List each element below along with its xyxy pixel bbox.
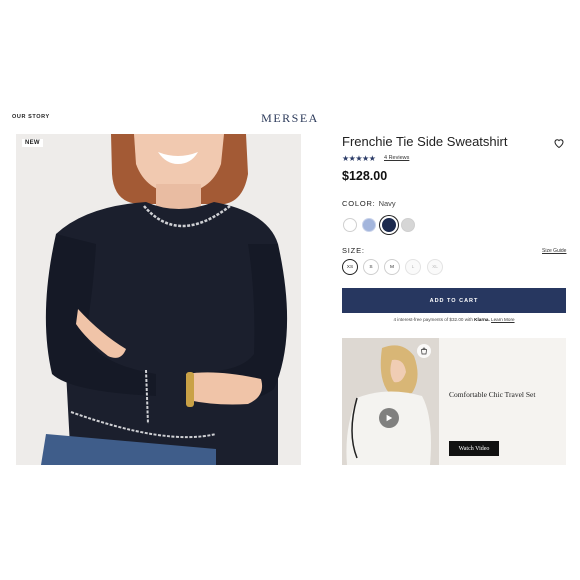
size-label: SIZE:	[342, 246, 365, 255]
play-icon[interactable]	[379, 408, 399, 428]
add-to-cart-button[interactable]: ADD TO CART	[342, 288, 566, 313]
swatch-navy[interactable]	[380, 216, 398, 234]
color-label-text: COLOR:	[342, 199, 376, 208]
klarna-message: 4 interest-free payments of $32.00 with …	[342, 317, 566, 322]
shopping-bag-icon[interactable]	[417, 344, 431, 358]
brand-logo[interactable]: MERSEA	[0, 111, 580, 126]
size-xl[interactable]: XL	[427, 259, 443, 275]
product-image[interactable]	[16, 134, 301, 465]
klarna-text: 4 interest-free payments of $32.00 with	[393, 317, 473, 322]
heart-icon[interactable]	[553, 136, 565, 149]
star-rating: ★★★★★	[342, 154, 376, 163]
new-badge: NEW	[22, 139, 43, 147]
color-label: COLOR: Navy	[342, 199, 396, 208]
size-s[interactable]: S	[363, 259, 379, 275]
model-photo	[16, 134, 301, 465]
klarna-learn-more-link[interactable]: Learn More	[491, 317, 515, 322]
selected-color: Navy	[378, 199, 396, 208]
swatch-light-blue[interactable]	[362, 218, 376, 232]
promo-title: Comfortable Chic Travel Set	[449, 390, 536, 399]
swatch-white[interactable]	[343, 218, 357, 232]
size-guide-link[interactable]: Size Guide	[542, 248, 566, 254]
watch-video-button[interactable]: Watch Video	[449, 441, 499, 456]
swatch-grey[interactable]	[401, 218, 415, 232]
size-m[interactable]: M	[384, 259, 400, 275]
product-title: Frenchie Tie Side Sweatshirt	[342, 134, 508, 149]
size-l[interactable]: L	[405, 259, 421, 275]
product-price: $128.00	[342, 169, 388, 183]
size-xs[interactable]: XS	[342, 259, 358, 275]
klarna-logo: Klarna.	[474, 317, 490, 322]
reviews-link[interactable]: 4 Reviews	[384, 155, 409, 161]
